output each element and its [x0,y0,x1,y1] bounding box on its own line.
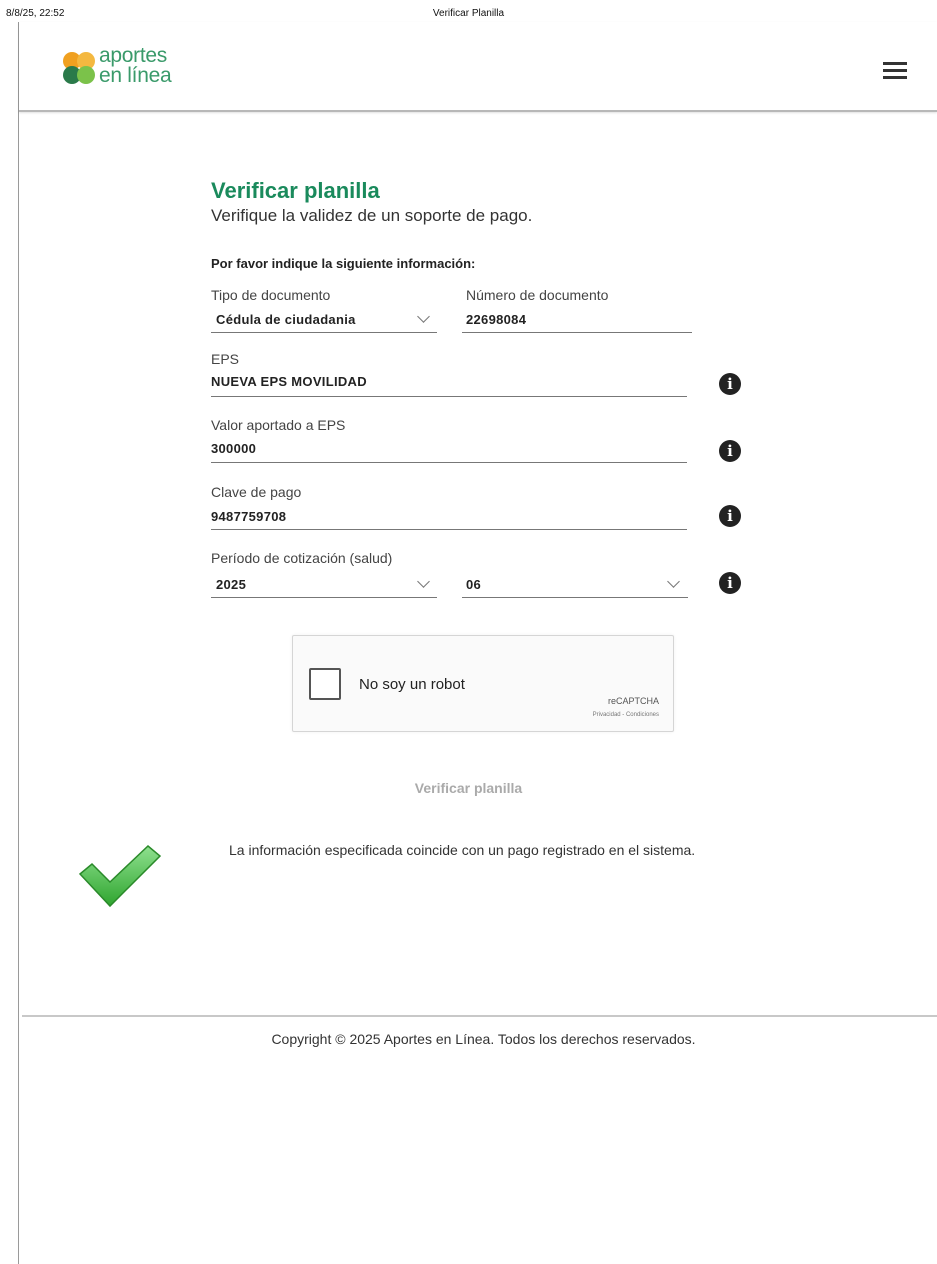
doc-number-label: Número de documento [466,287,609,303]
hamburger-menu-icon[interactable] [883,62,907,80]
doc-type-label: Tipo de documento [211,287,331,303]
period-year-underline [211,597,437,598]
eps-amount-info-icon[interactable]: i [719,440,741,462]
success-check-icon [78,844,162,908]
eps-info-icon[interactable]: i [719,373,741,395]
logo-text: aportes en línea [99,44,172,87]
period-month-underline [462,597,688,598]
eps-underline [211,396,687,397]
doc-type-value: Cédula de ciudadania [216,312,356,327]
verify-button[interactable]: Verificar planilla [0,780,937,796]
doc-type-underline [211,332,437,333]
doc-type-select[interactable]: Cédula de ciudadania [211,303,437,333]
chevron-down-icon [417,575,430,588]
period-year-select[interactable]: 2025 [211,566,437,598]
logo-line2: en línea [99,64,172,87]
payment-key-label: Clave de pago [211,484,302,500]
payment-key-field[interactable]: 9487759708 [211,500,687,530]
form-instructions: Por favor indique la siguiente informaci… [211,256,476,271]
period-year-value: 2025 [216,577,247,592]
payment-key-info-icon[interactable]: i [719,505,741,527]
recaptcha-widget: No soy un robot reCAPTCHA Privacidad - C… [292,635,674,732]
eps-field[interactable]: NUEVA EPS MOVILIDAD [211,367,687,397]
period-label: Período de cotización (salud) [211,550,393,566]
recaptcha-checkbox[interactable] [309,668,341,700]
recaptcha-brand: reCAPTCHA [607,696,659,706]
logo-line1: aportes [99,44,167,67]
eps-value: NUEVA EPS MOVILIDAD [211,374,367,389]
eps-amount-value: 300000 [211,441,257,456]
print-title: Verificar Planilla [432,8,505,19]
page-subtitle: Verifique la validez de un soporte de pa… [211,206,533,225]
eps-amount-field[interactable]: 300000 [211,433,687,463]
eps-value-label: Valor aportado a EPS [211,417,346,433]
eps-amount-underline [211,462,687,463]
chevron-down-icon [667,575,680,588]
logo-dots-icon [61,48,103,90]
period-month-select[interactable]: 06 [462,566,688,598]
recaptcha-label: No soy un robot [359,676,465,693]
top-navbar: aportes en línea [19,22,937,112]
doc-number-value: 22698084 [466,312,527,327]
period-month-value: 06 [466,577,482,592]
aportes-logo[interactable]: aportes en línea [61,44,201,94]
period-info-icon[interactable]: i [719,572,741,594]
chevron-down-icon [417,310,430,323]
copyright-text: Copyright © 2025 Aportes en Línea. Todos… [271,1031,696,1047]
doc-number-underline [462,332,692,333]
page-left-border [18,22,19,1264]
doc-number-field[interactable]: 22698084 [462,303,692,333]
payment-key-value: 9487759708 [211,509,287,524]
result-message: La información especificada coincide con… [229,842,696,858]
recaptcha-links[interactable]: Privacidad - Condiciones [593,712,659,718]
page-title: Verificar planilla [211,178,380,203]
print-header: 8/8/25, 22:52 Verificar Planilla [0,8,937,22]
eps-label: EPS [211,351,240,367]
payment-key-underline [211,529,687,530]
footer-divider [22,1015,937,1017]
